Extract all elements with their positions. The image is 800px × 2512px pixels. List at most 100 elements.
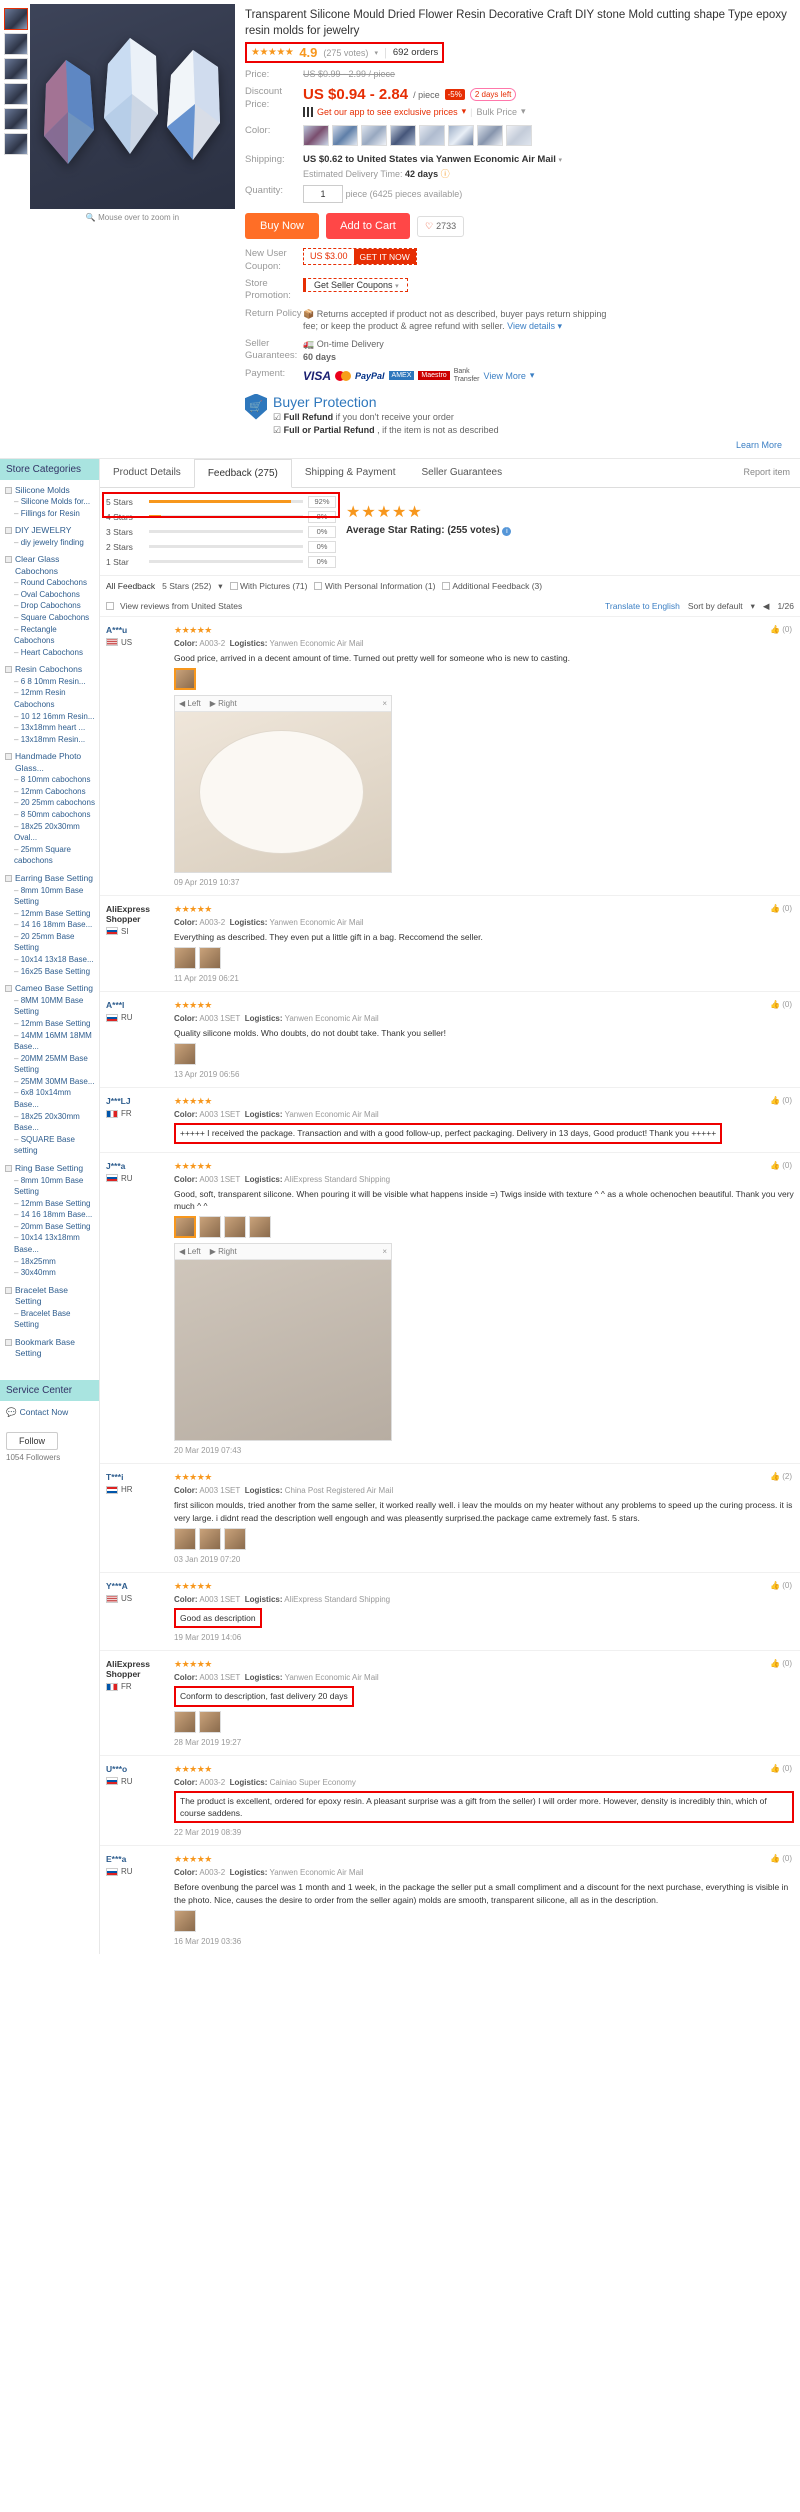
thumbs-up-icon[interactable]: 👍 — [770, 1472, 780, 1481]
expand-icon[interactable] — [5, 486, 12, 494]
review-helpful[interactable]: 👍 (0) — [770, 1000, 792, 1009]
thumbs-up-icon[interactable]: 👍 — [770, 625, 780, 634]
review-thumbnails[interactable] — [174, 947, 794, 970]
expand-icon[interactable] — [5, 753, 12, 761]
tab-shipping-payment[interactable]: Shipping & Payment — [292, 459, 409, 487]
category-subitem[interactable]: – 30x40mm — [5, 1267, 95, 1279]
category-subitem[interactable]: – Silicone Molds for... — [5, 496, 95, 508]
category-subitem[interactable]: – 14MM 16MM 18MM Base... — [5, 1030, 95, 1053]
expand-icon[interactable] — [5, 1165, 12, 1173]
category-subitem[interactable]: – 8 10mm cabochons — [5, 774, 95, 786]
review-thumbnail[interactable] — [249, 1216, 271, 1239]
review-username[interactable]: J***LJ — [106, 1096, 174, 1106]
thumbs-up-icon[interactable]: 👍 — [770, 1000, 780, 1009]
category-subitem[interactable]: – 20MM 25MM Base Setting — [5, 1053, 95, 1076]
category-subitem[interactable]: – SQUARE Base setting — [5, 1134, 95, 1157]
thumbnail-4[interactable] — [4, 83, 28, 105]
checkbox-pictures[interactable] — [229, 582, 238, 590]
review-helpful[interactable]: 👍 (0) — [770, 1581, 792, 1590]
review-photo-viewer[interactable]: ◀ Left ▶ Right × — [174, 694, 392, 873]
review-thumbnail[interactable] — [199, 1528, 221, 1550]
thumbs-up-icon[interactable]: 👍 — [770, 1854, 780, 1863]
review-thumbnail[interactable] — [174, 947, 196, 970]
category-subitem[interactable]: – 6x8 10x14mm Base... — [5, 1087, 95, 1110]
color-options[interactable] — [303, 125, 553, 147]
review-thumbnails[interactable] — [174, 1043, 794, 1066]
review-thumbnail[interactable] — [174, 1528, 196, 1550]
thumbnail-6[interactable] — [4, 133, 28, 155]
category-item[interactable]: Earring Base Setting — [5, 873, 95, 884]
category-subitem[interactable]: – 8MM 10MM Base Setting — [5, 995, 95, 1018]
category-subitem[interactable]: – 12mm Base Setting — [5, 1018, 95, 1030]
photo-prev-button[interactable]: ◀ Left — [179, 699, 201, 708]
expand-icon[interactable] — [5, 666, 12, 674]
filter-with-pictures[interactable]: With Pictures (71) — [229, 581, 307, 591]
review-thumbnail[interactable] — [174, 1909, 196, 1932]
category-subitem[interactable]: – Heart Cabochons — [5, 647, 95, 659]
buy-now-button[interactable]: Buy Now — [245, 213, 319, 240]
sort-select[interactable]: Sort by default — [688, 601, 743, 611]
review-thumbnail[interactable] — [199, 1216, 221, 1239]
photo-next-button[interactable]: ▶ Right — [210, 1247, 237, 1256]
category-subitem[interactable]: – 18x25 20x30mm Base... — [5, 1111, 95, 1134]
category-subitem[interactable]: – 10x14 13x18 Base... — [5, 954, 95, 966]
tab-bar[interactable]: Product Details Feedback (275) Shipping & … — [100, 458, 800, 488]
app-promo-link[interactable]: Get our app to see exclusive prices — [317, 107, 458, 117]
review-thumbnail[interactable] — [174, 1043, 196, 1066]
chevron-down-icon[interactable]: ▾ — [462, 106, 467, 117]
rating-bar-row[interactable]: 3 Stars 0% — [106, 525, 336, 538]
category-item[interactable]: DIY JEWELRY — [5, 525, 95, 536]
category-subitem[interactable]: – 14 16 18mm Base... — [5, 919, 95, 931]
translate-link[interactable]: Translate to English — [605, 601, 680, 611]
contact-now-item[interactable]: 💬 Contact Now — [0, 1401, 99, 1422]
review-helpful[interactable]: 👍 (0) — [770, 1096, 792, 1105]
chevron-down-icon[interactable]: ▾ — [751, 601, 755, 612]
color-swatch-5[interactable] — [419, 125, 445, 147]
coupon-get-button[interactable]: GET IT NOW — [353, 249, 416, 265]
payment-view-more-link[interactable]: View More — [484, 371, 526, 381]
category-subitem[interactable]: – 13x18mm Resin... — [5, 734, 95, 746]
category-subitem[interactable]: – Rectangle Cabochons — [5, 624, 95, 647]
review-username[interactable]: AliExpress Shopper — [106, 1659, 174, 1679]
review-helpful[interactable]: 👍 (0) — [770, 1161, 792, 1170]
expand-icon[interactable] — [5, 1286, 12, 1294]
category-subitem[interactable]: – 18x25 20x30mm Oval... — [5, 821, 95, 844]
photo-next-button[interactable]: ▶ Right — [210, 699, 237, 708]
category-subitem[interactable]: – 16x25 Base Setting — [5, 966, 95, 978]
feedback-filter-bar[interactable]: All Feedback 5 Stars (252) ▾ With Pictur… — [100, 574, 800, 597]
category-subitem[interactable]: – 12mm Resin Cabochons — [5, 687, 95, 710]
quantity-input[interactable]: 1 — [303, 185, 343, 204]
color-swatch-1[interactable] — [303, 125, 329, 147]
category-item[interactable]: Clear Glass Cabochons — [5, 554, 95, 577]
rating-bar-row[interactable]: 4 Stars 8% — [106, 510, 336, 523]
rating-bar-row[interactable]: 1 Star 0% — [106, 555, 336, 568]
review-thumbnail[interactable] — [174, 667, 196, 690]
category-item[interactable]: Bracelet Base Setting — [5, 1285, 95, 1308]
checkbox-reviews-from-country[interactable] — [106, 602, 114, 610]
thumbs-up-icon[interactable]: 👍 — [770, 1161, 780, 1170]
review-helpful[interactable]: 👍 (0) — [770, 625, 792, 634]
category-item[interactable]: Cameo Base Setting — [5, 983, 95, 994]
report-item-link[interactable]: Report item — [733, 459, 800, 487]
follow-button[interactable]: Follow — [6, 1431, 59, 1450]
product-gallery[interactable]: 🔍 Mouse over to zoom in — [30, 4, 235, 452]
category-subitem[interactable]: – 18x25mm — [5, 1256, 95, 1268]
category-item[interactable]: Ring Base Setting — [5, 1163, 95, 1174]
filter-additional-feedback[interactable]: Additional Feedback (3) — [442, 581, 542, 591]
review-thumbnails[interactable] — [174, 1710, 794, 1733]
review-username[interactable]: Y***A — [106, 1581, 174, 1591]
category-subitem[interactable]: – 25mm Square cabochons — [5, 844, 95, 867]
info-icon[interactable]: i — [502, 526, 512, 536]
expand-icon[interactable] — [5, 1338, 12, 1346]
category-subitem[interactable]: – 20 25mm cabochons — [5, 797, 95, 809]
checkbox-additional[interactable] — [442, 582, 451, 590]
category-subitem[interactable]: – Fillings for Resin — [5, 508, 95, 520]
expand-icon[interactable] — [5, 556, 12, 564]
review-thumbnail[interactable] — [224, 1528, 246, 1550]
product-main-image[interactable] — [30, 4, 235, 209]
category-subitem[interactable]: – Bracelet Base Setting — [5, 1308, 95, 1331]
new-user-coupon[interactable]: US $3.00 GET IT NOW — [303, 248, 417, 266]
review-thumbnails[interactable] — [174, 1909, 794, 1932]
review-username[interactable]: A***u — [106, 625, 174, 635]
store-coupons-button[interactable]: Get Seller Coupons ▾ — [303, 278, 408, 293]
